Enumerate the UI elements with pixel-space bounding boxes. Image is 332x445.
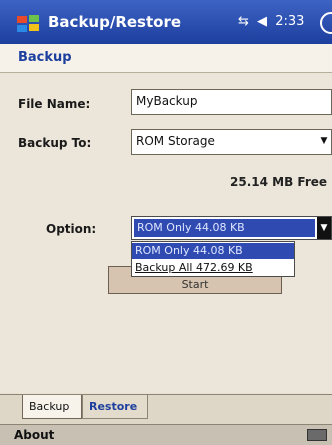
page-header: Backup <box>0 44 332 73</box>
option-select[interactable]: ROM Only 44.08 KB ▼ <box>131 216 332 240</box>
close-icon[interactable] <box>320 12 332 34</box>
about-menu-item[interactable]: About <box>14 428 54 442</box>
clock-text[interactable]: 2:33 <box>275 14 304 29</box>
title-bar: Backup/Restore ⇆ ◀ 2:33 <box>0 0 332 44</box>
option-item-rom-only[interactable]: ROM Only 44.08 KB <box>132 243 294 259</box>
connectivity-icon[interactable]: ⇆ <box>238 14 249 29</box>
status-area[interactable]: ⇆ ◀ 2:33 <box>238 14 308 29</box>
tab-restore[interactable]: Restore <box>82 395 148 419</box>
option-label: Option: <box>46 222 97 236</box>
backup-to-select[interactable]: ROM Storage ▼ <box>131 129 332 155</box>
free-space-text: 25.14 MB Free <box>230 175 328 189</box>
option-item-backup-all[interactable]: Backup All 472.69 KB <box>132 260 294 276</box>
chevron-down-icon[interactable]: ▼ <box>317 130 331 154</box>
backup-to-value: ROM Storage <box>136 134 215 148</box>
start-button-label: Start <box>181 278 209 291</box>
speaker-icon[interactable]: ◀ <box>257 14 267 29</box>
backup-to-label: Backup To: <box>18 136 92 150</box>
option-selected-value: ROM Only 44.08 KB <box>134 219 315 237</box>
tab-backup[interactable]: Backup <box>22 395 82 419</box>
file-name-label: File Name: <box>18 97 91 111</box>
file-name-field[interactable]: MyBackup <box>131 89 332 115</box>
option-dropdown-list[interactable]: ROM Only 44.08 KB Backup All 472.69 KB <box>131 241 295 277</box>
chevron-down-icon[interactable]: ▼ <box>317 217 331 239</box>
tab-strip: Backup Restore <box>0 394 332 425</box>
app-title: Backup/Restore <box>48 13 182 31</box>
page-title: Backup <box>18 50 72 65</box>
keyboard-icon[interactable] <box>307 429 327 441</box>
menu-bar: About <box>0 424 332 445</box>
windows-start-icon[interactable] <box>16 14 40 34</box>
